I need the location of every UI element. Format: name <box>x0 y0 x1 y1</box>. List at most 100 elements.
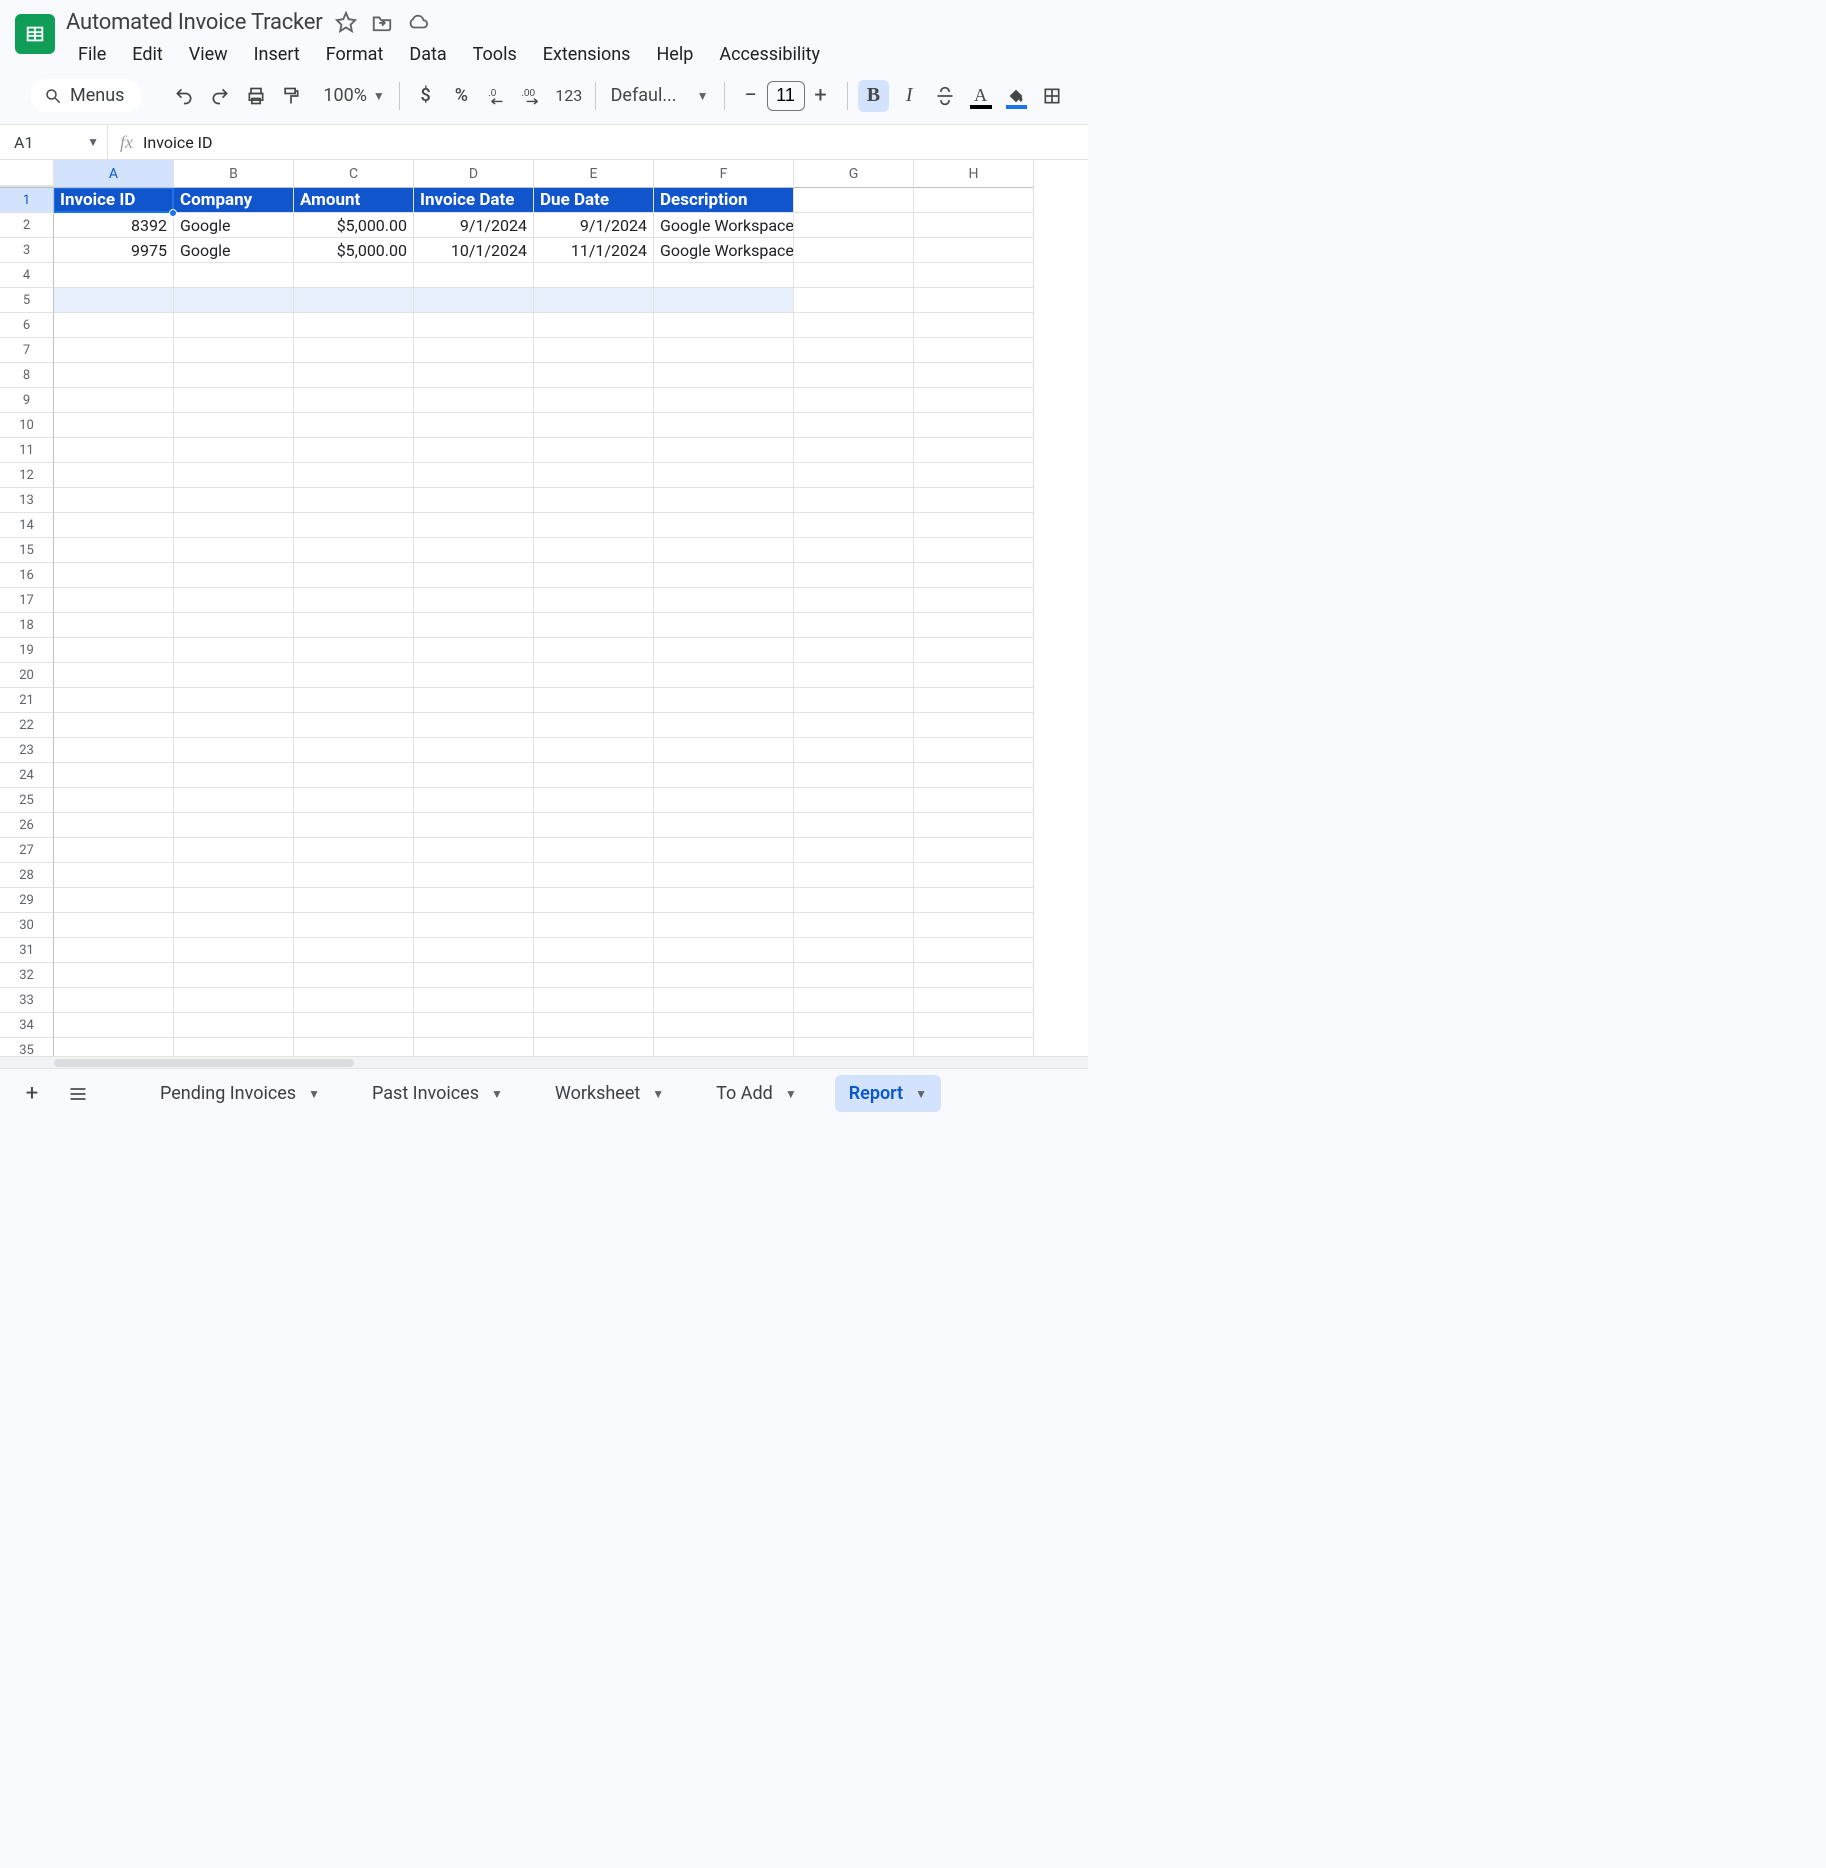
cell-F30[interactable] <box>654 913 794 938</box>
cell-H16[interactable] <box>914 563 1034 588</box>
cell-E20[interactable] <box>534 663 654 688</box>
menu-accessibility[interactable]: Accessibility <box>707 40 832 69</box>
cell-C31[interactable] <box>294 938 414 963</box>
cell-D29[interactable] <box>414 888 534 913</box>
cell-E15[interactable] <box>534 538 654 563</box>
cell-D33[interactable] <box>414 988 534 1013</box>
cell-E25[interactable] <box>534 788 654 813</box>
cell-E30[interactable] <box>534 913 654 938</box>
cell-H6[interactable] <box>914 313 1034 338</box>
cell-B20[interactable] <box>174 663 294 688</box>
cell-D6[interactable] <box>414 313 534 338</box>
cell-E8[interactable] <box>534 363 654 388</box>
cell-C35[interactable] <box>294 1038 414 1056</box>
cell-B12[interactable] <box>174 463 294 488</box>
cell-H1[interactable] <box>914 188 1034 213</box>
col-header-G[interactable]: G <box>794 160 914 188</box>
cell-G3[interactable] <box>794 238 914 263</box>
cell-H14[interactable] <box>914 513 1034 538</box>
cell-H11[interactable] <box>914 438 1034 463</box>
cell-D34[interactable] <box>414 1013 534 1038</box>
menu-edit[interactable]: Edit <box>120 40 174 69</box>
cell-H32[interactable] <box>914 963 1034 988</box>
cell-A14[interactable] <box>54 513 174 538</box>
cell-E29[interactable] <box>534 888 654 913</box>
row-header-7[interactable]: 7 <box>0 338 54 363</box>
cell-B1[interactable]: Company <box>174 188 294 213</box>
cell-G22[interactable] <box>794 713 914 738</box>
cell-G27[interactable] <box>794 838 914 863</box>
cell-A10[interactable] <box>54 413 174 438</box>
cell-A23[interactable] <box>54 738 174 763</box>
cell-E12[interactable] <box>534 463 654 488</box>
cell-F16[interactable] <box>654 563 794 588</box>
cell-B15[interactable] <box>174 538 294 563</box>
cell-A30[interactable] <box>54 913 174 938</box>
cell-G20[interactable] <box>794 663 914 688</box>
menu-view[interactable]: View <box>177 40 240 69</box>
cell-E13[interactable] <box>534 488 654 513</box>
move-icon[interactable] <box>371 11 393 33</box>
cell-G12[interactable] <box>794 463 914 488</box>
decrease-decimal-button[interactable]: .0 <box>481 80 513 112</box>
font-size-increase-button[interactable]: + <box>805 80 837 112</box>
cell-B14[interactable] <box>174 513 294 538</box>
cell-F20[interactable] <box>654 663 794 688</box>
borders-button[interactable] <box>1036 80 1068 112</box>
cell-B19[interactable] <box>174 638 294 663</box>
cell-E1[interactable]: Due Date <box>534 188 654 213</box>
cell-D23[interactable] <box>414 738 534 763</box>
cell-C34[interactable] <box>294 1013 414 1038</box>
row-header-27[interactable]: 27 <box>0 838 54 863</box>
row-header-13[interactable]: 13 <box>0 488 54 513</box>
fill-handle[interactable] <box>169 209 177 217</box>
cell-C11[interactable] <box>294 438 414 463</box>
cell-B10[interactable] <box>174 413 294 438</box>
cell-D17[interactable] <box>414 588 534 613</box>
cell-H9[interactable] <box>914 388 1034 413</box>
cell-H28[interactable] <box>914 863 1034 888</box>
cell-D4[interactable] <box>414 263 534 288</box>
col-header-F[interactable]: F <box>654 160 794 188</box>
cell-F26[interactable] <box>654 813 794 838</box>
cell-D5[interactable] <box>414 288 534 313</box>
row-header-31[interactable]: 31 <box>0 938 54 963</box>
cell-D22[interactable] <box>414 713 534 738</box>
select-all-corner[interactable] <box>0 160 54 188</box>
row-header-23[interactable]: 23 <box>0 738 54 763</box>
cell-C30[interactable] <box>294 913 414 938</box>
cell-D20[interactable] <box>414 663 534 688</box>
text-color-button[interactable]: A <box>965 80 997 112</box>
cell-B17[interactable] <box>174 588 294 613</box>
cell-D27[interactable] <box>414 838 534 863</box>
cell-E31[interactable] <box>534 938 654 963</box>
cell-C5[interactable] <box>294 288 414 313</box>
cell-G13[interactable] <box>794 488 914 513</box>
cell-F33[interactable] <box>654 988 794 1013</box>
cell-A5[interactable] <box>54 288 174 313</box>
sheet-tab-past-invoices[interactable]: Past Invoices▼ <box>358 1075 517 1112</box>
cell-B28[interactable] <box>174 863 294 888</box>
cell-H4[interactable] <box>914 263 1034 288</box>
cell-F35[interactable] <box>654 1038 794 1056</box>
cell-H8[interactable] <box>914 363 1034 388</box>
cell-D32[interactable] <box>414 963 534 988</box>
cell-B6[interactable] <box>174 313 294 338</box>
cell-H5[interactable] <box>914 288 1034 313</box>
cell-C32[interactable] <box>294 963 414 988</box>
row-header-34[interactable]: 34 <box>0 1013 54 1038</box>
undo-button[interactable] <box>168 80 200 112</box>
redo-button[interactable] <box>204 80 236 112</box>
cell-C9[interactable] <box>294 388 414 413</box>
cell-E26[interactable] <box>534 813 654 838</box>
cell-B34[interactable] <box>174 1013 294 1038</box>
cell-F15[interactable] <box>654 538 794 563</box>
row-header-33[interactable]: 33 <box>0 988 54 1013</box>
cell-D13[interactable] <box>414 488 534 513</box>
horizontal-scrollbar[interactable] <box>0 1056 1088 1068</box>
cell-D10[interactable] <box>414 413 534 438</box>
cell-A21[interactable] <box>54 688 174 713</box>
cell-G14[interactable] <box>794 513 914 538</box>
cell-F27[interactable] <box>654 838 794 863</box>
cell-C7[interactable] <box>294 338 414 363</box>
